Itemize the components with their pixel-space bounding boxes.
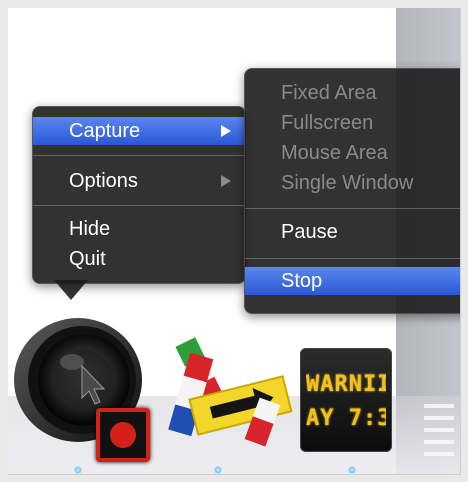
dock-running-indicator: [74, 466, 82, 474]
direction-sign-icon[interactable]: [158, 324, 296, 460]
dock-running-indicator: [348, 466, 356, 474]
dock-running-indicator: [214, 466, 222, 474]
menu-item-options[interactable]: Options: [33, 167, 245, 195]
menu-item-label: Hide: [69, 218, 111, 240]
menu-item-label: Capture: [69, 120, 141, 142]
menu-separator: [33, 205, 245, 206]
menu-separator: [33, 155, 245, 156]
record-badge-icon: [96, 408, 150, 462]
menu-item-quit[interactable]: Quit: [33, 245, 245, 273]
desktop-screen: WARNII AY 7:36 Capture Options Hide Quit: [8, 8, 461, 475]
menu-item-fullscreen: Fullscreen: [245, 109, 460, 137]
menu-item-fixed-area: Fixed Area: [245, 79, 460, 107]
menu-item-label: Single Window: [281, 172, 414, 194]
led-sign-line-1: WARNII: [306, 372, 386, 397]
menu-item-stop[interactable]: Stop: [245, 267, 460, 295]
menu-item-label: Fixed Area: [281, 82, 377, 104]
led-sign-line-2: AY 7:36: [306, 406, 386, 431]
window-frame: WARNII AY 7:36 Capture Options Hide Quit: [0, 0, 468, 482]
dock-context-menu: Capture Options Hide Quit: [32, 106, 246, 284]
submenu-arrow-icon: [221, 125, 231, 137]
menu-item-label: Options: [69, 170, 138, 192]
menu-item-label: Fullscreen: [281, 112, 374, 134]
dock-stripes-decoration: [424, 404, 454, 464]
menu-item-label: Stop: [281, 270, 323, 292]
submenu-arrow-icon: [221, 175, 231, 187]
menu-pointer-tail: [54, 280, 88, 300]
menu-item-label: Mouse Area: [281, 142, 388, 164]
menu-item-label: Pause: [281, 221, 338, 243]
menu-item-capture[interactable]: Capture: [33, 117, 245, 145]
menu-item-mouse-area: Mouse Area: [245, 139, 460, 167]
menu-item-single-window: Single Window: [245, 169, 460, 197]
menu-item-pause[interactable]: Pause: [245, 218, 460, 246]
led-sign-icon[interactable]: WARNII AY 7:36: [300, 348, 392, 452]
menu-separator: [245, 258, 460, 259]
menu-item-label: Quit: [69, 248, 106, 270]
capture-submenu: Fixed Area Fullscreen Mouse Area Single …: [244, 68, 460, 314]
menu-item-hide[interactable]: Hide: [33, 215, 245, 243]
menu-separator: [245, 208, 460, 209]
